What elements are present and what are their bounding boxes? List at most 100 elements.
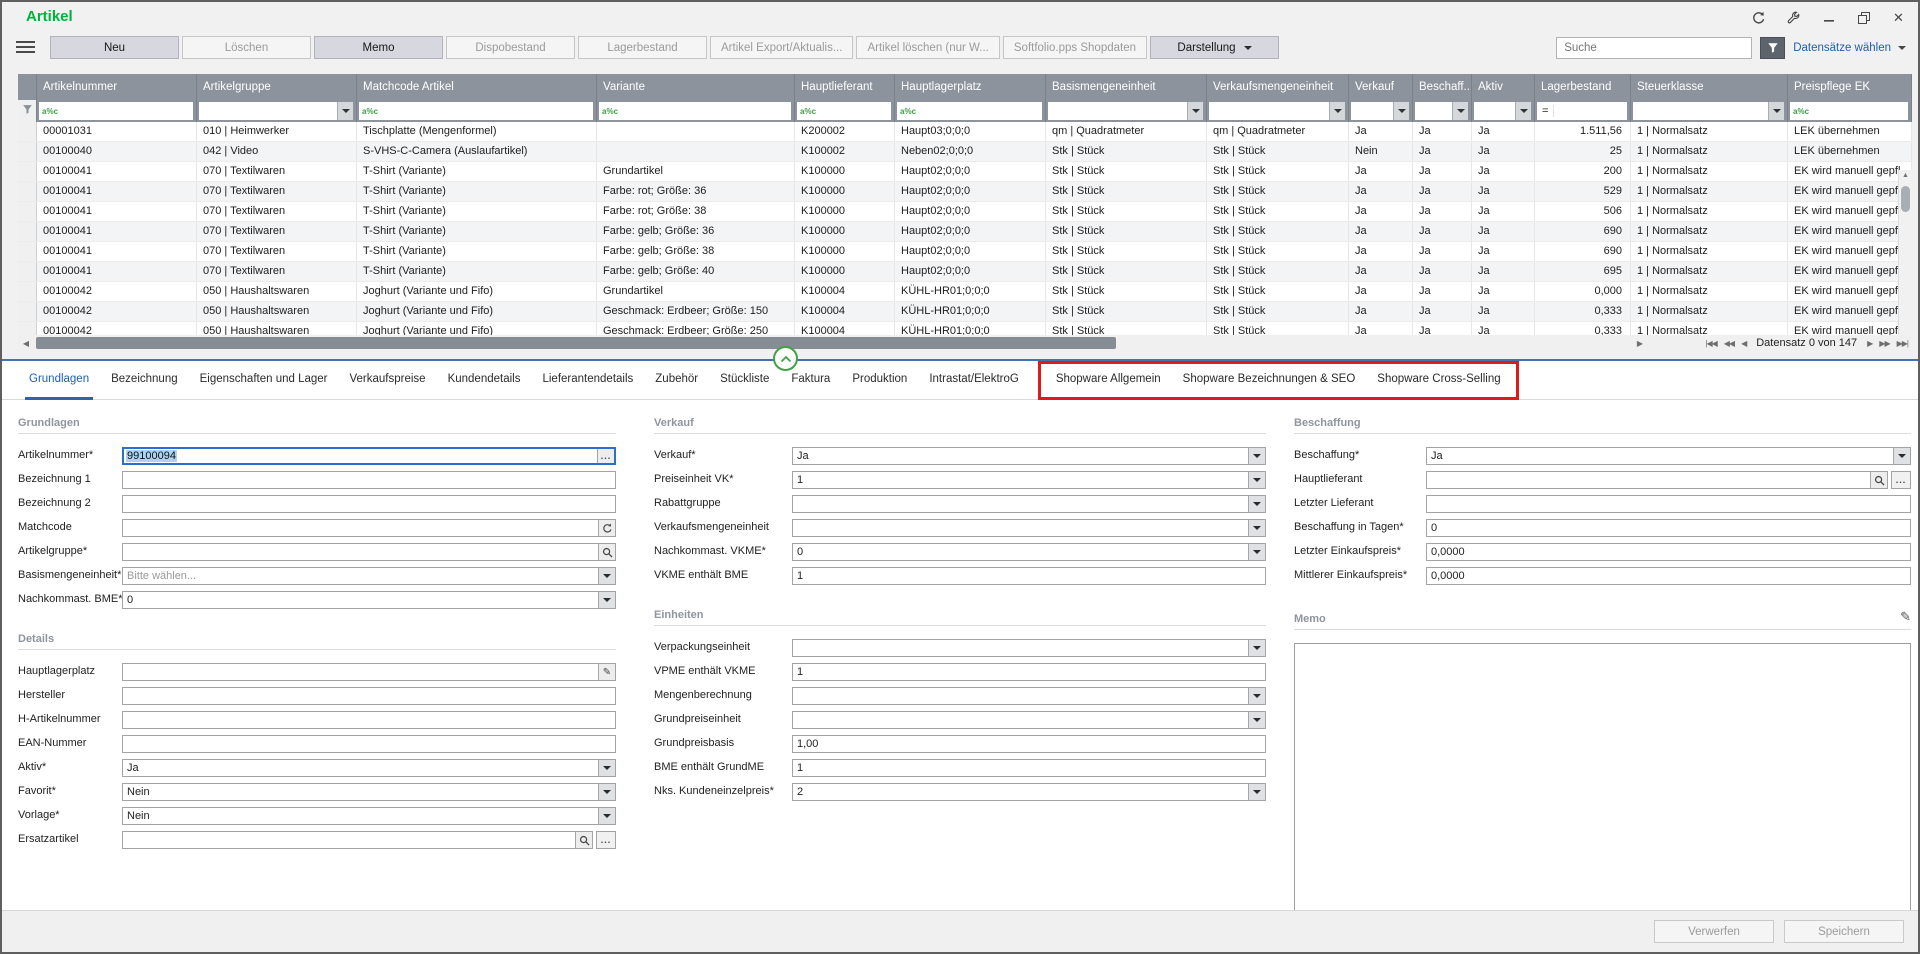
vertical-scrollbar[interactable]: ▲ ▼ bbox=[1898, 170, 1912, 335]
row-selector[interactable] bbox=[18, 142, 37, 161]
field-input-vkme-enthält-bme[interactable] bbox=[793, 568, 1265, 584]
close-icon[interactable]: ✕ bbox=[1891, 10, 1906, 25]
ellipsis-button[interactable]: ... bbox=[1891, 471, 1911, 489]
toolbar-button-softfolio-pps-shopdaten[interactable]: Softfolio.pps Shopdaten bbox=[1003, 36, 1147, 59]
horizontal-scroll-thumb[interactable] bbox=[36, 337, 1116, 349]
field-box-favorit[interactable] bbox=[122, 783, 616, 801]
field-box-grundpreiseinheit[interactable] bbox=[792, 711, 1266, 729]
field-box-verkauf[interactable] bbox=[792, 447, 1266, 465]
field-input-hauptlagerplatz[interactable] bbox=[123, 664, 598, 680]
chevron-down-icon[interactable] bbox=[1248, 544, 1265, 560]
field-input-hauptlieferant[interactable] bbox=[1427, 472, 1870, 488]
chevron-down-icon[interactable] bbox=[337, 102, 353, 120]
field-box-ersatzartikel[interactable] bbox=[122, 831, 593, 849]
pencil-icon[interactable]: ✎ bbox=[1900, 609, 1911, 625]
filter-input-artikelnummer[interactable] bbox=[59, 103, 193, 119]
column-header-steuerklasse[interactable]: Steuerklasse bbox=[1631, 74, 1788, 100]
column-header-verkauf[interactable]: Verkauf bbox=[1349, 74, 1413, 100]
tab-eigenschaften-und-lager[interactable]: Eigenschaften und Lager bbox=[189, 361, 339, 400]
field-input-nachkommast-bme[interactable] bbox=[123, 592, 598, 608]
filter-input-hauptlagerplatz[interactable] bbox=[917, 103, 1042, 119]
field-input-aktiv[interactable] bbox=[123, 760, 598, 776]
tab-lieferantendetails[interactable]: Lieferantendetails bbox=[531, 361, 644, 400]
restore-icon[interactable] bbox=[1856, 10, 1871, 25]
field-input-hersteller[interactable] bbox=[123, 688, 615, 704]
chevron-down-icon[interactable] bbox=[1248, 688, 1265, 704]
pane-splitter[interactable] bbox=[2, 359, 1918, 361]
chevron-down-icon[interactable] bbox=[1248, 496, 1265, 512]
row-selector[interactable] bbox=[18, 202, 37, 221]
toolbar-button-löschen[interactable]: Löschen bbox=[182, 36, 311, 59]
field-input-verkaufsmengeneinheit[interactable] bbox=[793, 520, 1248, 536]
chevron-down-icon[interactable] bbox=[1893, 448, 1910, 464]
field-box-bezeichnung-1[interactable] bbox=[122, 471, 616, 489]
scroll-up-icon[interactable]: ▲ bbox=[1899, 172, 1912, 179]
table-row[interactable]: 00100041070 | TextilwarenT-Shirt (Varian… bbox=[18, 162, 1912, 182]
field-input-favorit[interactable] bbox=[123, 784, 598, 800]
field-input-grundpreisbasis[interactable] bbox=[793, 736, 1265, 752]
table-row[interactable]: 00100041070 | TextilwarenT-Shirt (Varian… bbox=[18, 222, 1912, 242]
field-box-matchcode[interactable] bbox=[122, 519, 616, 537]
pencil-icon[interactable]: ✎ bbox=[598, 664, 615, 680]
tab-shopware-allgemein[interactable]: Shopware Allgemein bbox=[1045, 361, 1172, 400]
field-input-artikelgruppe[interactable] bbox=[123, 544, 598, 560]
field-box-verkaufsmengeneinheit[interactable] bbox=[792, 519, 1266, 537]
chevron-down-icon[interactable] bbox=[598, 760, 615, 776]
field-input-preiseinheit-vk[interactable] bbox=[793, 472, 1248, 488]
chevron-down-icon[interactable] bbox=[1393, 102, 1409, 120]
filter-input-variante[interactable] bbox=[619, 103, 791, 119]
field-box-nachkommast-vkme[interactable] bbox=[792, 543, 1266, 561]
table-row[interactable]: 00100040042 | VideoS-VHS-C-Camera (Ausla… bbox=[18, 142, 1912, 162]
field-box-grundpreisbasis[interactable] bbox=[792, 735, 1266, 753]
field-box-verpackungseinheit[interactable] bbox=[792, 639, 1266, 657]
field-box-rabattgruppe[interactable] bbox=[792, 495, 1266, 513]
field-box-bezeichnung-2[interactable] bbox=[122, 495, 616, 513]
field-input-rabattgruppe[interactable] bbox=[793, 496, 1248, 512]
field-input-h-artikelnummer[interactable] bbox=[123, 712, 615, 728]
table-row[interactable]: 00100041070 | TextilwarenT-Shirt (Varian… bbox=[18, 242, 1912, 262]
row-selector[interactable] bbox=[18, 282, 37, 301]
row-selector[interactable] bbox=[18, 262, 37, 281]
select-records-button[interactable]: Datensätze wählen bbox=[1793, 42, 1906, 54]
column-header-preispflege-ek[interactable]: Preispflege EK bbox=[1788, 74, 1912, 100]
scroll-right-icon[interactable]: ▶ bbox=[1632, 339, 1648, 348]
field-input-mengenberechnung[interactable] bbox=[793, 688, 1248, 704]
table-row[interactable]: 00100041070 | TextilwarenT-Shirt (Varian… bbox=[18, 262, 1912, 282]
toolbar-button-lagerbestand[interactable]: Lagerbestand bbox=[578, 36, 707, 59]
field-input-basismengeneinheit[interactable] bbox=[123, 568, 598, 584]
tab-stückliste[interactable]: Stückliste bbox=[709, 361, 780, 400]
field-box-artikelgruppe[interactable] bbox=[122, 543, 616, 561]
field-box-aktiv[interactable] bbox=[122, 759, 616, 777]
chevron-down-icon[interactable] bbox=[598, 592, 615, 608]
field-box-vkme-enthält-bme[interactable] bbox=[792, 567, 1266, 585]
field-box-letzter-einkaufspreis[interactable] bbox=[1426, 543, 1911, 561]
column-header-lagerbestand[interactable]: Lagerbestand bbox=[1535, 74, 1631, 100]
filter-input-matchcode-artikel[interactable] bbox=[379, 103, 593, 119]
memo-textarea[interactable] bbox=[1294, 643, 1911, 911]
field-box-nks-kundeneinzelpreis[interactable] bbox=[792, 783, 1266, 801]
column-header-variante[interactable]: Variante bbox=[597, 74, 795, 100]
field-box-hersteller[interactable] bbox=[122, 687, 616, 705]
tab-shopware-bezeichnungen-seo[interactable]: Shopware Bezeichnungen & SEO bbox=[1172, 361, 1367, 400]
field-box-preiseinheit-vk[interactable] bbox=[792, 471, 1266, 489]
column-header-hauptlagerplatz[interactable]: Hauptlagerplatz bbox=[895, 74, 1046, 100]
go-first-icon[interactable]: |◀◀ bbox=[1705, 339, 1716, 348]
vertical-scroll-thumb[interactable] bbox=[1901, 186, 1910, 212]
field-input-nks-kundeneinzelpreis[interactable] bbox=[793, 784, 1248, 800]
toolbar-button-neu[interactable]: Neu bbox=[50, 36, 179, 59]
field-box-h-artikelnummer[interactable] bbox=[122, 711, 616, 729]
horizontal-scroll-track[interactable] bbox=[34, 336, 1632, 350]
filter-funnel-button[interactable] bbox=[1760, 37, 1785, 59]
search-icon[interactable] bbox=[598, 544, 615, 560]
search-icon[interactable] bbox=[1870, 472, 1887, 488]
field-input-beschaffung[interactable] bbox=[1427, 448, 1893, 464]
chevron-down-icon[interactable] bbox=[1515, 102, 1531, 120]
save-button[interactable]: Speichern bbox=[1784, 920, 1904, 943]
tab-verkaufspreise[interactable]: Verkaufspreise bbox=[339, 361, 437, 400]
table-row[interactable]: 00100042050 | HaushaltswarenJoghurt (Var… bbox=[18, 322, 1912, 335]
field-box-mengenberechnung[interactable] bbox=[792, 687, 1266, 705]
menu-icon[interactable] bbox=[16, 41, 35, 53]
row-selector[interactable] bbox=[18, 302, 37, 321]
minimize-icon[interactable] bbox=[1821, 10, 1836, 25]
refresh-icon[interactable] bbox=[1751, 10, 1766, 25]
